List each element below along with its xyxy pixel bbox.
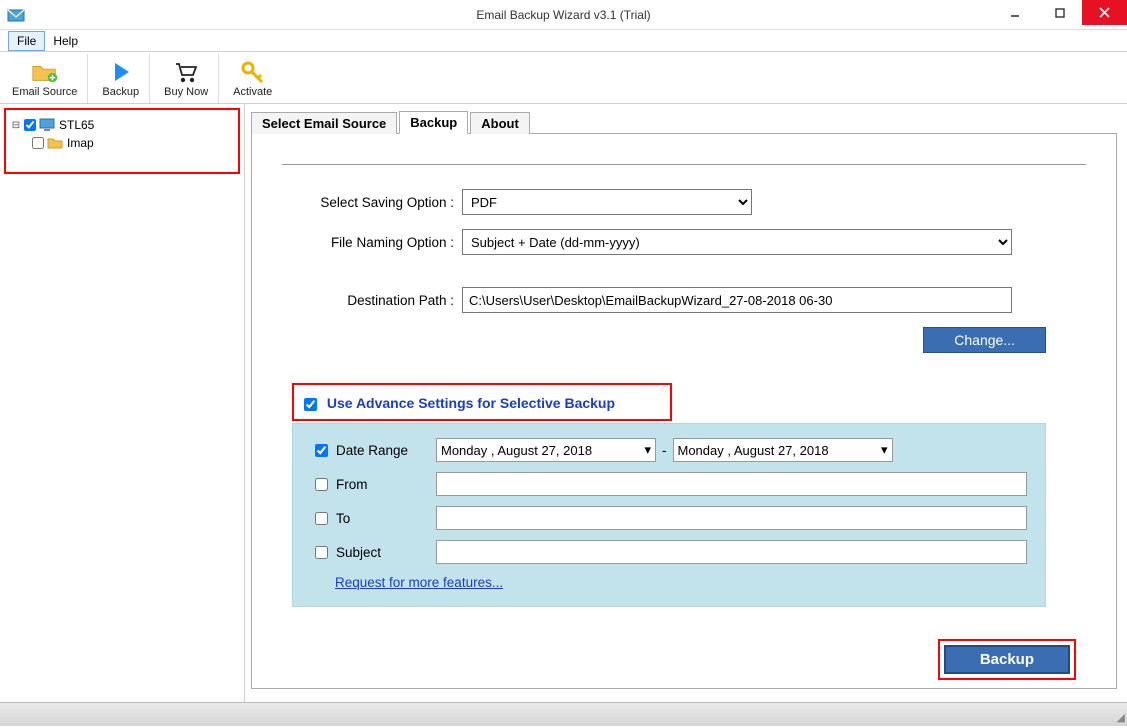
tab-about[interactable]: About <box>470 112 530 134</box>
row-date-range: Date Range Monday , August 27, 2018 ▾ - … <box>315 438 1027 462</box>
naming-option-select[interactable]: Subject + Date (dd-mm-yyyy) <box>462 229 1012 255</box>
menu-help[interactable]: Help <box>45 32 86 50</box>
toolbar-email-source[interactable]: Email Source <box>4 54 88 103</box>
from-input[interactable] <box>436 472 1027 496</box>
to-label: To <box>336 511 436 526</box>
toolbar-activate[interactable]: Activate <box>225 54 280 103</box>
subject-input[interactable] <box>436 540 1027 564</box>
toolbar-buy-now[interactable]: Buy Now <box>156 54 219 103</box>
date-to-picker[interactable]: Monday , August 27, 2018 ▾ <box>673 438 893 462</box>
saving-option-select[interactable]: PDF <box>462 189 752 215</box>
to-input[interactable] <box>436 506 1027 530</box>
toolbar-buy-now-label: Buy Now <box>164 86 208 98</box>
toolbar-backup[interactable]: Backup <box>94 54 150 103</box>
date-range-checkbox[interactable] <box>315 444 328 457</box>
backup-button[interactable]: Backup <box>944 645 1070 674</box>
to-checkbox[interactable] <box>315 512 328 525</box>
backup-button-highlight: Backup <box>938 639 1076 680</box>
advance-panel: Date Range Monday , August 27, 2018 ▾ - … <box>292 423 1046 607</box>
tree-child-label: Imap <box>67 136 94 150</box>
row-to: To <box>315 506 1027 530</box>
row-naming-option: File Naming Option : Subject + Date (dd-… <box>282 229 1086 255</box>
subject-label: Subject <box>336 545 436 560</box>
subject-checkbox[interactable] <box>315 546 328 559</box>
play-icon <box>107 59 135 85</box>
row-subject: Subject <box>315 540 1027 564</box>
destination-path-label: Destination Path : <box>282 293 462 308</box>
divider <box>282 164 1086 165</box>
tab-select-email-source[interactable]: Select Email Source <box>251 112 397 134</box>
request-features-link[interactable]: Request for more features... <box>335 575 503 590</box>
maximize-button[interactable] <box>1037 0 1082 25</box>
advance-settings-label: Use Advance Settings for Selective Backu… <box>327 395 615 411</box>
tree-root-label: STL65 <box>59 118 94 132</box>
backup-button-area: Backup <box>938 639 1076 680</box>
chevron-down-icon: ▾ <box>881 442 888 458</box>
folder-icon <box>46 136 64 150</box>
date-from-value: Monday , August 27, 2018 <box>441 443 644 458</box>
close-button[interactable] <box>1082 0 1127 25</box>
menubar: File Help <box>0 30 1127 52</box>
date-to-value: Monday , August 27, 2018 <box>678 443 881 458</box>
tree-root-checkbox[interactable] <box>24 119 36 131</box>
advance-settings-checkbox[interactable] <box>304 398 317 411</box>
date-from-picker[interactable]: Monday , August 27, 2018 ▾ <box>436 438 656 462</box>
window-title: Email Backup Wizard v3.1 (Trial) <box>0 8 1127 22</box>
toolbar-backup-label: Backup <box>102 86 139 98</box>
toolbar: Email Source Backup Buy Now Activate <box>0 52 1127 104</box>
menu-file[interactable]: File <box>8 31 45 51</box>
minimize-button[interactable] <box>992 0 1037 25</box>
cart-icon <box>172 59 200 85</box>
folder-plus-icon <box>31 59 59 85</box>
advance-settings-toggle[interactable]: Use Advance Settings for Selective Backu… <box>304 395 615 411</box>
sidebar: ⊟ STL65 Imap <box>0 104 245 702</box>
advance-settings-highlight: Use Advance Settings for Selective Backu… <box>292 383 672 421</box>
main-area: ⊟ STL65 Imap Select Email Source Backup … <box>0 104 1127 702</box>
tab-backup[interactable]: Backup <box>399 111 468 134</box>
resize-grip-icon[interactable]: ◢ <box>1117 711 1125 724</box>
content-area: Select Email Source Backup About Select … <box>245 104 1127 702</box>
tree-expander-icon[interactable]: ⊟ <box>10 120 22 131</box>
tree-child-row[interactable]: Imap <box>10 134 234 152</box>
date-range-label: Date Range <box>336 443 436 458</box>
from-label: From <box>336 477 436 492</box>
row-from: From <box>315 472 1027 496</box>
from-checkbox[interactable] <box>315 478 328 491</box>
date-separator: - <box>662 443 667 458</box>
tab-body-backup: Select Saving Option : PDF File Naming O… <box>251 134 1117 689</box>
key-icon <box>239 59 267 85</box>
titlebar: Email Backup Wizard v3.1 (Trial) <box>0 0 1127 30</box>
row-destination-path: Destination Path : <box>282 287 1086 313</box>
toolbar-activate-label: Activate <box>233 86 272 98</box>
statusbar: ◢ <box>0 702 1127 726</box>
tree-child-checkbox[interactable] <box>32 137 44 149</box>
toolbar-email-source-label: Email Source <box>12 86 77 98</box>
change-button[interactable]: Change... <box>923 327 1046 353</box>
naming-option-label: File Naming Option : <box>282 235 462 250</box>
computer-icon <box>38 118 56 132</box>
saving-option-label: Select Saving Option : <box>282 195 462 210</box>
destination-path-input[interactable] <box>462 287 1012 313</box>
tree-root-row[interactable]: ⊟ STL65 <box>10 116 234 134</box>
tree-highlight-box: ⊟ STL65 Imap <box>4 108 240 174</box>
chevron-down-icon: ▾ <box>644 442 651 458</box>
row-saving-option: Select Saving Option : PDF <box>282 189 1086 215</box>
row-change-button: Change... <box>282 327 1086 353</box>
app-icon <box>6 5 26 25</box>
tabstrip: Select Email Source Backup About <box>251 110 1117 134</box>
